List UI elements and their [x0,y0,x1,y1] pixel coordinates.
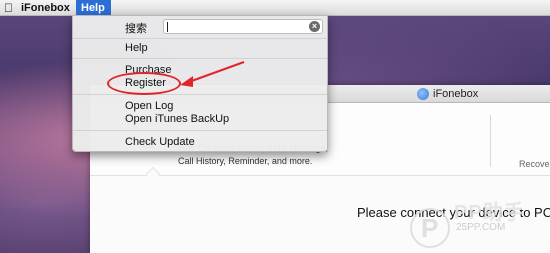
menubar:  iFonebox Help [0,0,550,16]
help-dropdown-menu: 搜索 × Help Purchase Register Open Log Ope… [72,15,328,152]
feature-description-line2: Call History, Reminder, and more. [178,156,313,166]
watermark-url: 25PP.COM [456,222,506,233]
menu-item-open-log[interactable]: Open Log [125,100,173,112]
ifonebox-logo-icon [417,88,429,100]
help-menu[interactable]: Help [76,0,111,16]
menu-search-label: 搜索 [125,23,147,35]
menu-separator [73,58,327,59]
menu-separator [73,94,327,95]
watermark-mark: P [421,213,439,243]
menu-separator [73,130,327,131]
panel-divider [490,115,491,167]
register-highlight-ellipse [107,72,181,95]
menu-search-input[interactable]: × [163,19,323,34]
apple-logo-icon[interactable]:  [4,1,13,15]
watermark-text: PP助手 [454,202,525,224]
app-menu[interactable]: iFonebox [21,2,70,14]
menu-item-help[interactable]: Help [125,42,148,54]
menu-item-open-itunes-backup[interactable]: Open iTunes BackUp [125,113,229,125]
menu-separator [73,38,327,39]
menu-item-check-update[interactable]: Check Update [125,136,195,148]
clear-circle-icon[interactable]: × [309,21,320,32]
recover-mode-label[interactable]: Recover [519,159,550,169]
window-title: iFonebox [433,88,479,100]
text-cursor [167,22,168,32]
watermark-logo: P [410,208,450,248]
